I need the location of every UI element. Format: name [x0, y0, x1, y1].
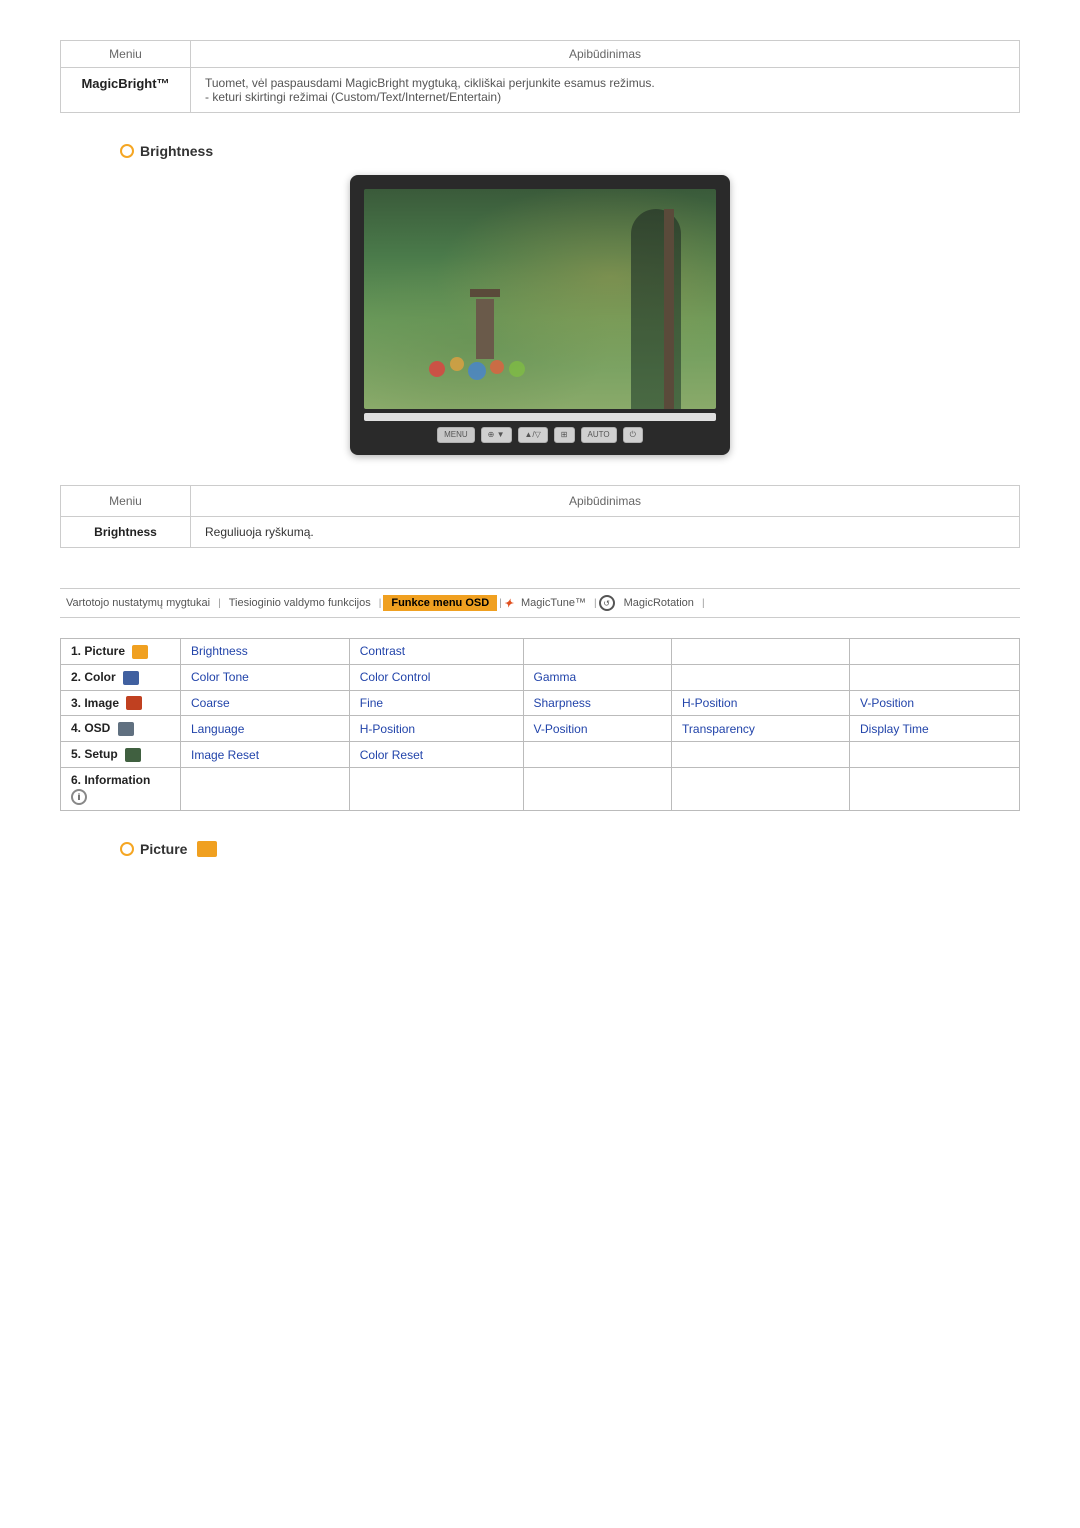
osd-color-tone-link[interactable]: Color Tone [181, 664, 350, 690]
picture-section-title: Picture [120, 841, 1020, 857]
osd-label-information: 6. Information i [61, 768, 181, 811]
information-icon: i [71, 789, 87, 805]
monitor-screen [364, 189, 716, 409]
osd-label-picture: 1. Picture [61, 639, 181, 665]
osd-info-empty-5 [850, 768, 1020, 811]
osd-label-setup: 5. Setup [61, 742, 181, 768]
osd-row-color: 2. Color Color Tone Color Control Gamma [61, 664, 1020, 690]
tree-trunk [664, 209, 674, 409]
nav-magictune-logo: ✦ [504, 597, 513, 610]
monitor-power-button[interactable]: ⏻ [623, 427, 643, 443]
monitor-menu-button[interactable]: MENU [437, 427, 475, 443]
brightness-menu-label: Brightness [61, 517, 191, 548]
pagoda-roof [470, 289, 500, 297]
osd-empty-1 [523, 639, 672, 665]
osd-osd-vposition-link[interactable]: V-Position [523, 716, 672, 742]
magic-bright-label: MagicBright™ [61, 68, 191, 113]
second-table-desc-header: Apibūdinimas [191, 486, 1020, 517]
osd-transparency-link[interactable]: Transparency [672, 716, 850, 742]
nav-magictune[interactable]: MagicTune™ [515, 595, 592, 611]
top-table-menu-header: Meniu [61, 41, 191, 68]
picture-icon-badge-bottom [197, 841, 217, 857]
brightness-desc-text: Reguliuoja ryškumą. [191, 517, 1020, 548]
setup-icon-badge [125, 748, 141, 762]
brightness-section: Brightness [60, 143, 1020, 455]
top-table-desc-header: Apibūdinimas [191, 41, 1020, 68]
nav-sep-2: | [379, 598, 382, 609]
picture-icon-badge [132, 645, 148, 659]
osd-setup-empty-2 [672, 742, 850, 768]
nav-bar: Vartotojo nustatymų mygtukai | Tiesiogin… [60, 588, 1020, 618]
osd-label-osd: 4. OSD [61, 716, 181, 742]
monitor-extra-button[interactable]: ⊞ [554, 427, 575, 443]
monitor-display: MENU ⊕ ▼ ▲/▽ ⊞ AUTO ⏻ [350, 175, 730, 455]
monitor-contrast-button[interactable]: ▲/▽ [518, 427, 548, 443]
nav-sep-3: | [499, 598, 502, 609]
monitor-buttons: MENU ⊕ ▼ ▲/▽ ⊞ AUTO ⏻ [364, 427, 716, 447]
nav-magicrotation-group: ↺ MagicRotation [599, 595, 700, 611]
picture-section: Picture [60, 841, 1020, 857]
osd-contrast-link[interactable]: Contrast [349, 639, 523, 665]
brightness-circle-icon [120, 144, 134, 158]
nav-sep-5: | [702, 598, 705, 609]
osd-sharpness-link[interactable]: Sharpness [523, 690, 672, 716]
osd-color-reset-link[interactable]: Color Reset [349, 742, 523, 768]
osd-setup-empty-3 [850, 742, 1020, 768]
osd-setup-empty-1 [523, 742, 672, 768]
osd-empty-3 [850, 639, 1020, 665]
osd-color-control-link[interactable]: Color Control [349, 664, 523, 690]
osd-gamma-link[interactable]: Gamma [523, 664, 672, 690]
nav-user-settings[interactable]: Vartotojo nustatymų mygtukai [60, 595, 216, 611]
osd-color-empty-2 [850, 664, 1020, 690]
osd-brightness-link[interactable]: Brightness [181, 639, 350, 665]
osd-osd-hposition-link[interactable]: H-Position [349, 716, 523, 742]
brightness-title: Brightness [120, 143, 1020, 159]
nav-sep-4: | [594, 598, 597, 609]
osd-empty-2 [672, 639, 850, 665]
picture-circle-icon [120, 842, 134, 856]
nav-funkce-menu-osd[interactable]: Funkce menu OSD [383, 595, 497, 611]
brightness-title-text: Brightness [140, 143, 213, 159]
monitor-auto-button[interactable]: AUTO [581, 427, 617, 443]
osd-row-picture: 1. Picture Brightness Contrast [61, 639, 1020, 665]
monitor-brightness-button[interactable]: ⊕ ▼ [481, 427, 512, 443]
osd-info-empty-1 [181, 768, 350, 811]
osd-menu-table: 1. Picture Brightness Contrast 2. Color … [60, 638, 1020, 811]
osd-fine-link[interactable]: Fine [349, 690, 523, 716]
osd-display-time-link[interactable]: Display Time [850, 716, 1020, 742]
osd-language-link[interactable]: Language [181, 716, 350, 742]
magic-bright-description: Tuomet, vėl paspausdami MagicBright mygt… [191, 68, 1020, 113]
picture-title-text: Picture [140, 841, 187, 857]
osd-coarse-link[interactable]: Coarse [181, 690, 350, 716]
osd-info-empty-2 [349, 768, 523, 811]
color-icon-badge [123, 671, 139, 685]
osd-info-empty-3 [523, 768, 672, 811]
osd-hposition-link[interactable]: H-Position [672, 690, 850, 716]
osd-label-color: 2. Color [61, 664, 181, 690]
osd-vposition-link[interactable]: V-Position [850, 690, 1020, 716]
image-icon-badge [126, 696, 142, 710]
osd-row-image: 3. Image Coarse Fine Sharpness H-Positio… [61, 690, 1020, 716]
osd-color-empty-1 [672, 664, 850, 690]
osd-row-information: 6. Information i [61, 768, 1020, 811]
osd-row-osd: 4. OSD Language H-Position V-Position Tr… [61, 716, 1020, 742]
osd-label-image: 3. Image [61, 690, 181, 716]
nav-direct-control[interactable]: Tiesioginio valdymo funkcijos [223, 595, 377, 611]
osd-row-setup: 5. Setup Image Reset Color Reset [61, 742, 1020, 768]
osd-image-reset-link[interactable]: Image Reset [181, 742, 350, 768]
top-description-table: Meniu Apibūdinimas MagicBright™ Tuomet, … [60, 40, 1020, 113]
nav-magicrotation[interactable]: MagicRotation [618, 595, 700, 611]
monitor-base-bar [364, 413, 716, 421]
osd-info-empty-4 [672, 768, 850, 811]
second-table-menu-header: Meniu [61, 486, 191, 517]
nav-sep-1: | [218, 598, 221, 609]
brightness-description-table: Meniu Apibūdinimas Brightness Reguliuoja… [60, 485, 1020, 548]
osd-icon-badge [118, 722, 134, 736]
flowers-svg [417, 329, 537, 389]
monitor-container: MENU ⊕ ▼ ▲/▽ ⊞ AUTO ⏻ [60, 175, 1020, 455]
magic-rotation-icon: ↺ [599, 595, 615, 611]
